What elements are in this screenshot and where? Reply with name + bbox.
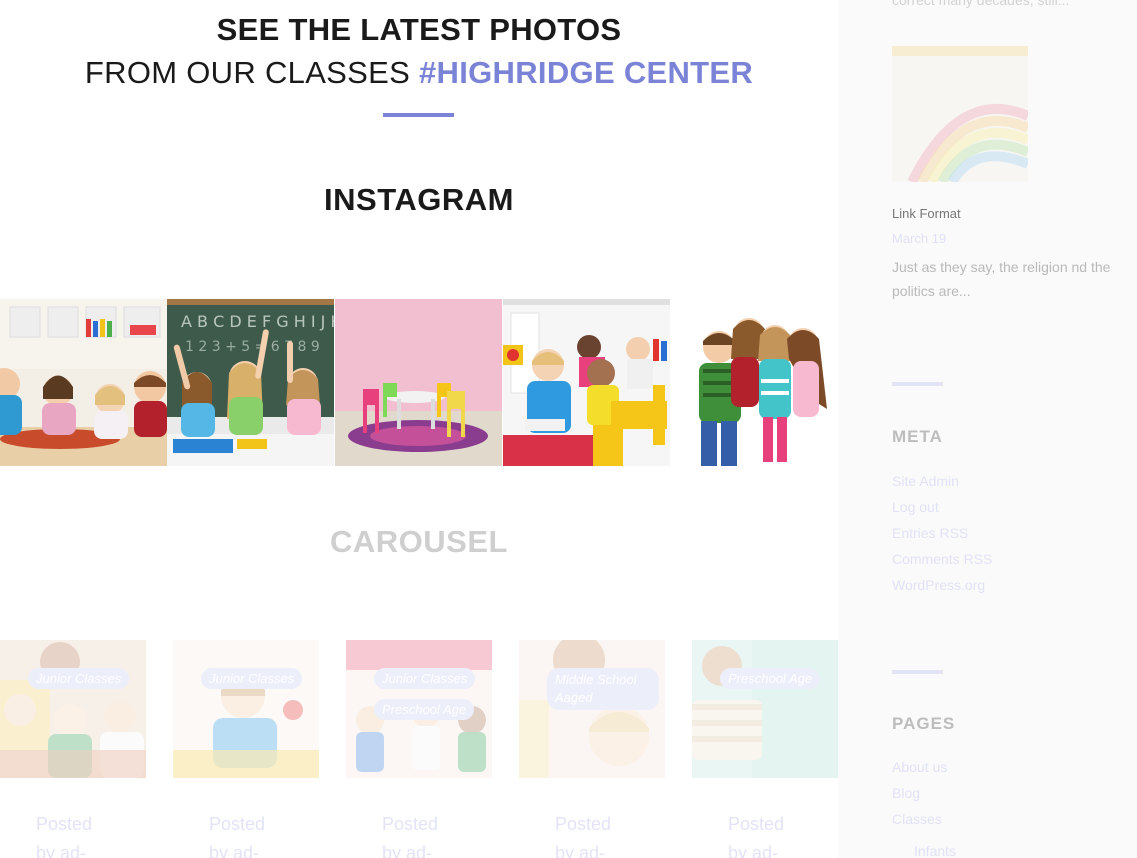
instagram-photo[interactable]	[503, 299, 670, 466]
posted-label: Posted	[209, 814, 266, 834]
author-link[interactable]: by ad-	[36, 839, 92, 858]
post-meta: Posted by ad-	[728, 810, 784, 858]
meta-link[interactable]: Entries RSS	[892, 525, 968, 541]
post-meta: Posted by ad-	[209, 810, 265, 858]
post-date: March 19	[892, 231, 947, 246]
post-title-link[interactable]: Link Format	[892, 206, 961, 221]
posted-label: Posted	[555, 814, 612, 834]
carousel-card-image[interactable]	[692, 640, 838, 778]
posted-label: Posted	[382, 814, 439, 834]
instagram-photo[interactable]: A B C D E F G H I J K 1 2 3 + 5 = 6 7 8 …	[167, 299, 334, 466]
sidebar-excerpt: correct many decades, still...	[892, 0, 1070, 8]
heading-divider	[383, 113, 454, 117]
author-link[interactable]: by ad-	[555, 839, 611, 858]
category-tag[interactable]: Preschool Age	[374, 699, 475, 720]
post-meta: Posted by ad-	[555, 810, 611, 858]
svg-text:A B C D E F G H I J K: A B C D E F G H I J K	[181, 312, 334, 331]
pages-heading: PAGES	[892, 714, 956, 733]
meta-heading: META	[892, 427, 943, 446]
meta-link[interactable]: Site Admin	[892, 473, 959, 489]
carousel-card-image[interactable]	[0, 640, 146, 778]
instagram-photo[interactable]	[0, 299, 167, 466]
carousel: Junior Classes Posted by ad- Junior Clas…	[0, 640, 838, 858]
page-link[interactable]: About us	[892, 759, 947, 775]
author-link[interactable]: by ad-	[209, 839, 265, 858]
post-meta: Posted by ad-	[36, 810, 92, 858]
page-link[interactable]: Blog	[892, 785, 920, 801]
carousel-card[interactable]: Junior Classes Preschool Age Posted by a…	[346, 640, 492, 858]
page-link[interactable]: Infants	[914, 843, 956, 858]
carousel-card-image[interactable]	[173, 640, 319, 778]
category-tag[interactable]: Junior Classes	[374, 668, 476, 689]
author-link[interactable]: by ad-	[728, 839, 784, 858]
carousel-card[interactable]: Junior Classes Posted by ad-	[0, 640, 146, 858]
meta-link[interactable]: WordPress.org	[892, 577, 985, 593]
widget-divider	[892, 382, 943, 386]
instagram-title: INSTAGRAM	[324, 182, 514, 217]
svg-text:1 2 3 + 5 = 6 7 8 9: 1 2 3 + 5 = 6 7 8 9	[185, 339, 320, 355]
sidebar: correct many decades, still... Link Form…	[838, 0, 1137, 858]
meta-link[interactable]: Log out	[892, 499, 939, 515]
carousel-card[interactable]: Middle School Aaged Posted by ad-	[519, 640, 665, 858]
subheading-text: FROM OUR CLASSES	[84, 55, 419, 90]
posted-label: Posted	[36, 814, 93, 834]
author-link[interactable]: by ad-	[382, 839, 438, 858]
category-tag[interactable]: Middle School Aaged	[547, 668, 659, 710]
widget-divider	[892, 670, 943, 674]
category-tag[interactable]: Junior Classes	[28, 668, 130, 689]
posted-label: Posted	[728, 814, 785, 834]
meta-link[interactable]: Comments RSS	[892, 551, 992, 567]
post-meta: Posted by ad-	[382, 810, 438, 858]
section-subheading: FROM OUR CLASSES #HIGHRIDGE CENTER	[0, 55, 838, 91]
page-link[interactable]: Classes	[892, 811, 942, 827]
main-content: SEE THE LATEST PHOTOS FROM OUR CLASSES #…	[0, 0, 838, 858]
section-heading: SEE THE LATEST PHOTOS	[216, 12, 622, 47]
hashtag-link[interactable]: #HIGHRIDGE CENTER	[419, 55, 753, 90]
category-tag[interactable]: Preschool Age	[720, 668, 821, 689]
category-tag[interactable]: Junior Classes	[201, 668, 303, 689]
instagram-photo[interactable]	[335, 299, 502, 466]
carousel-card[interactable]: Preschool Age Posted by ad-	[692, 640, 838, 858]
carousel-card[interactable]: Junior Classes Posted by ad-	[173, 640, 319, 858]
post-excerpt: Just as they say, the religion nd the po…	[892, 259, 1111, 299]
post-thumbnail[interactable]	[892, 46, 1028, 182]
carousel-title: CAROUSEL	[330, 524, 508, 559]
instagram-feed: A B C D E F G H I J K 1 2 3 + 5 = 6 7 8 …	[0, 299, 838, 466]
instagram-photo[interactable]	[671, 299, 838, 466]
